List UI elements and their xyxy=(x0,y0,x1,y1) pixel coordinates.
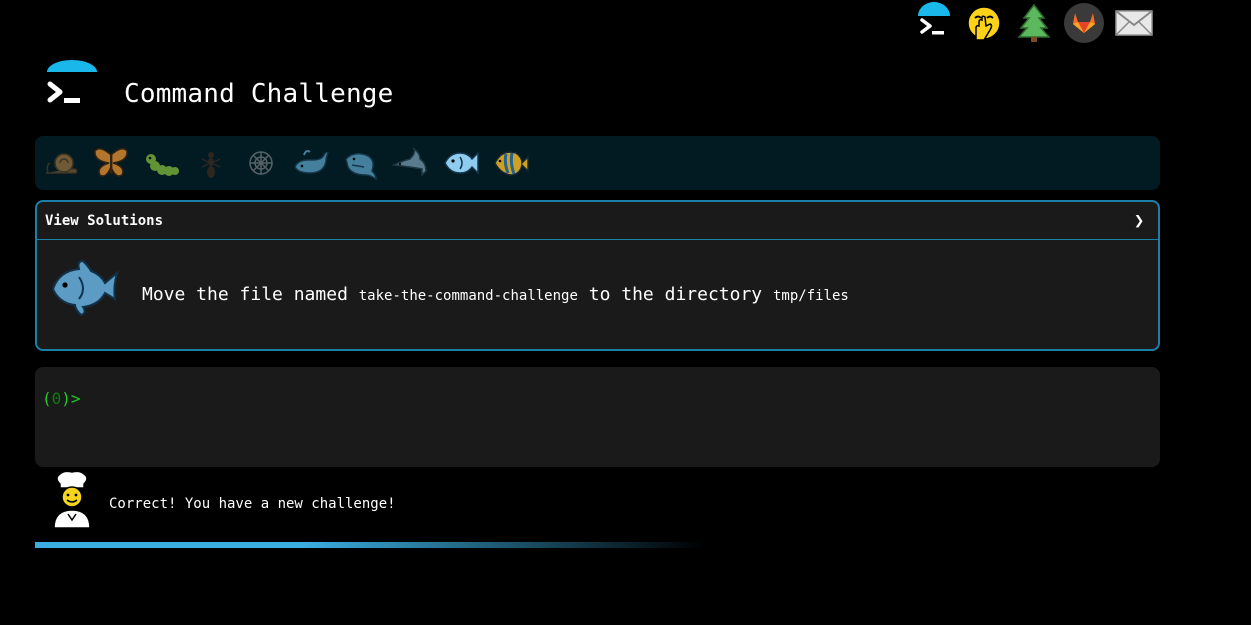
face-with-hand-over-mouth-icon[interactable] xyxy=(964,2,1004,44)
prompt-close: )> xyxy=(61,389,81,408)
exit-code: 0 xyxy=(51,389,62,408)
level-bar xyxy=(35,136,1160,190)
terminal-input[interactable]: (0)> xyxy=(35,367,1160,467)
whale-icon[interactable] xyxy=(292,145,330,181)
caterpillar-icon[interactable] xyxy=(142,145,180,181)
fish-icon xyxy=(49,257,119,317)
butterfly-icon[interactable] xyxy=(92,145,130,181)
snail-icon[interactable] xyxy=(42,145,80,181)
filename-code: take-the-command-challenge xyxy=(358,288,578,304)
task-text-before: Move the file named xyxy=(142,284,359,305)
spider-web-icon[interactable] xyxy=(242,145,280,181)
ant-icon[interactable] xyxy=(192,145,230,181)
tropical-fish-icon[interactable] xyxy=(492,145,530,181)
evergreen-tree-icon[interactable] xyxy=(1014,2,1054,44)
gitlab-fox-icon[interactable] xyxy=(1064,2,1104,44)
terminal-prompt-icon xyxy=(47,60,97,103)
terminal-prompt-icon[interactable] xyxy=(914,2,954,44)
logo[interactable] xyxy=(44,60,100,112)
feedback-message: Correct! You have a new challenge! xyxy=(109,496,396,512)
challenge-description: Move the file named take-the-command-cha… xyxy=(142,284,849,305)
dolphin-icon[interactable] xyxy=(392,145,430,181)
fish-icon[interactable] xyxy=(442,145,480,181)
envelope-icon[interactable] xyxy=(1114,2,1154,44)
prompt: (0)> xyxy=(42,389,81,408)
directory-code: tmp/files xyxy=(772,288,849,304)
page-title: Command Challenge xyxy=(124,79,394,109)
spouting-whale-icon[interactable] xyxy=(342,145,380,181)
view-solutions-toggle[interactable]: View Solutions ❯ xyxy=(37,202,1158,240)
task-text-middle: to the directory xyxy=(577,284,773,305)
chevron-right-icon: ❯ xyxy=(1134,211,1145,231)
challenge-panel: View Solutions ❯ Move the file named tak… xyxy=(35,200,1160,351)
top-nav xyxy=(914,2,1164,44)
cook-icon xyxy=(50,470,94,528)
view-solutions-label: View Solutions xyxy=(45,213,164,229)
progress-bar xyxy=(35,542,705,548)
prompt-open: ( xyxy=(42,389,52,408)
